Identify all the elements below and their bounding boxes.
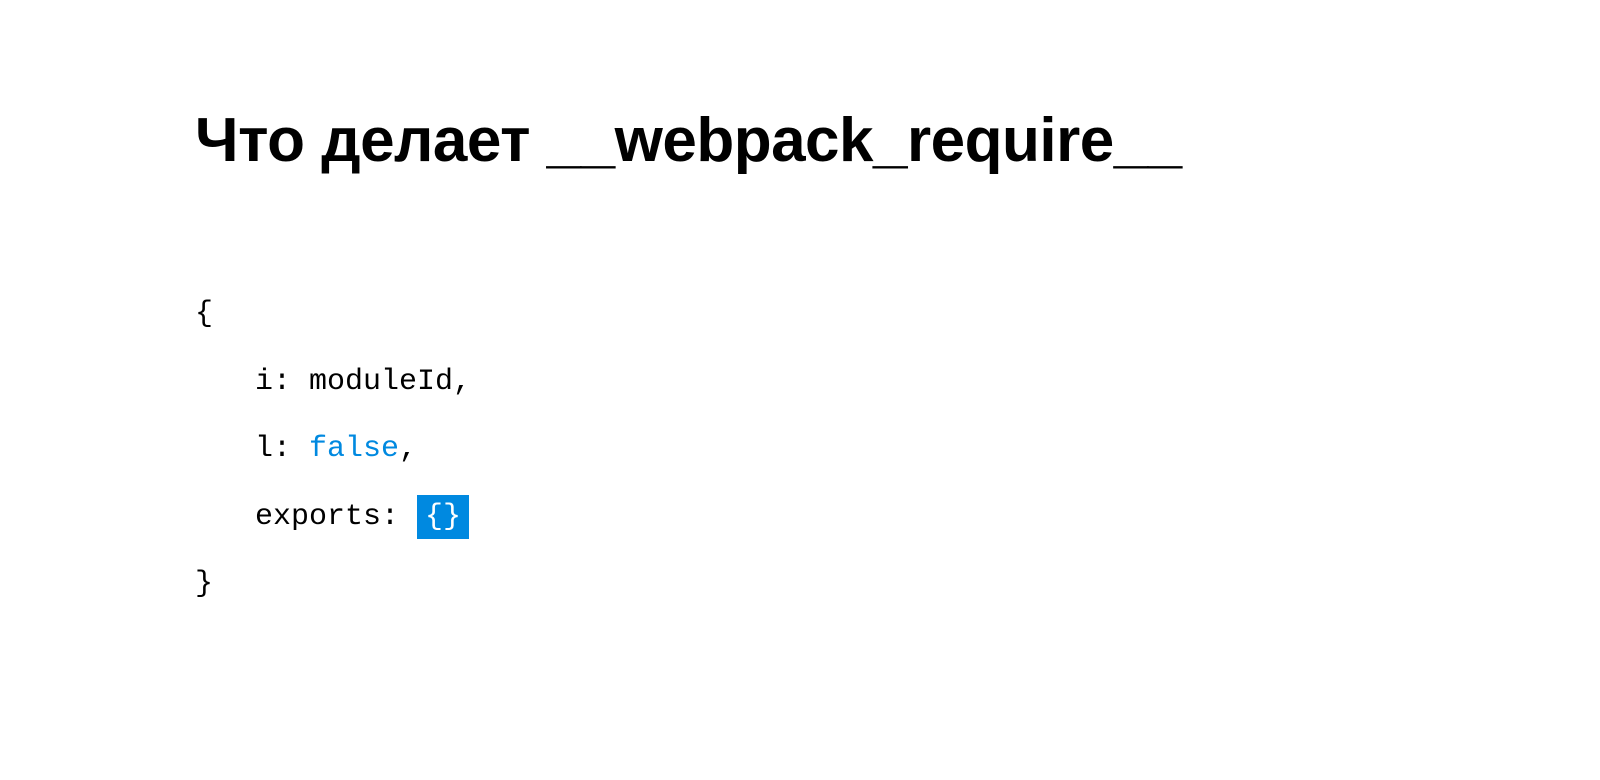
code-line-i: i: moduleId, <box>195 349 1600 417</box>
code-line-close: } <box>195 551 1600 619</box>
slide-title: Что делает __webpack_require__ <box>195 105 1600 176</box>
code-comma-1: , <box>453 365 471 399</box>
code-line-exports: exports: {} <box>195 484 1600 552</box>
code-key-i: i: <box>255 365 309 399</box>
code-value-moduleid: moduleId <box>309 365 453 399</box>
code-comma-2: , <box>399 432 417 466</box>
code-key-l: l: <box>255 432 309 466</box>
code-key-exports: exports: <box>255 500 417 534</box>
code-line-open: { <box>195 281 1600 349</box>
code-line-l: l: false, <box>195 416 1600 484</box>
code-block: { i: moduleId, l: false, exports: {} } <box>195 281 1600 619</box>
code-value-false: false <box>309 432 399 466</box>
code-value-empty-object: {} <box>417 495 469 539</box>
